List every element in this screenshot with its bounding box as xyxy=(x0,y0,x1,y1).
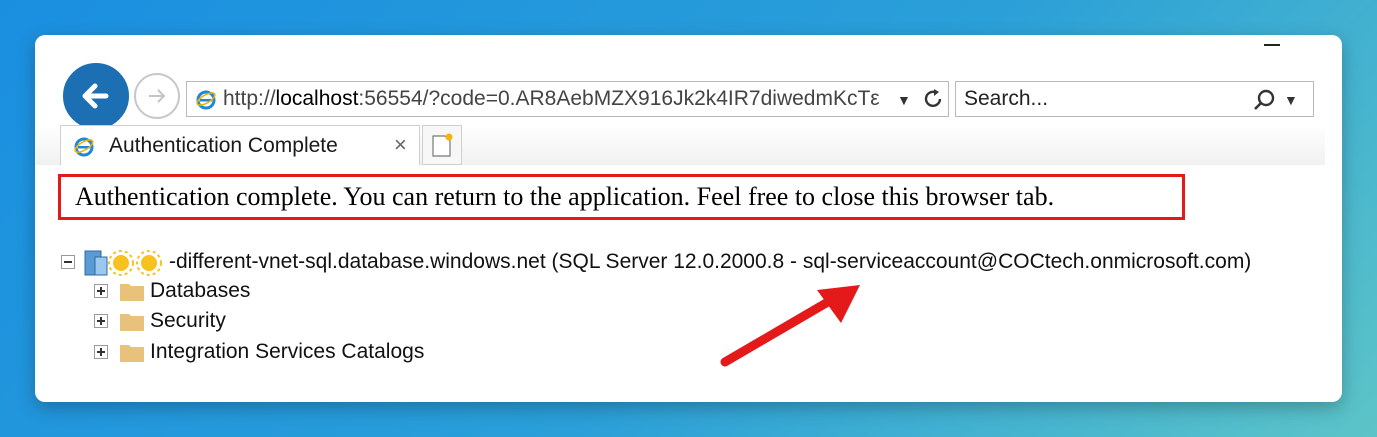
back-arrow-icon xyxy=(82,83,109,109)
browser-window: http://localhost:56554/?code=0.AR8AebMZX… xyxy=(35,35,1342,402)
search-placeholder: Search... xyxy=(964,87,1049,110)
forward-arrow-icon xyxy=(149,89,166,103)
ie-icon xyxy=(74,137,94,156)
new-tab-button[interactable] xyxy=(422,125,462,165)
url-rest: :56554/?code=0.AR8AebMZX916Jk2k4IR7diwed… xyxy=(358,87,880,110)
address-bar[interactable]: http://localhost:56554/?code=0.AR8AebMZX… xyxy=(186,81,949,117)
tree-item-label: Integration Services Catalogs xyxy=(150,340,425,363)
server-label: -different-vnet-sql.database.windows.net… xyxy=(169,250,1252,273)
tree-item-integration-services[interactable]: Integration Services Catalogs xyxy=(94,340,424,364)
tree-server-node[interactable]: -different-vnet-sql.database.windows.net… xyxy=(61,247,1251,277)
dropdown-icon[interactable]: ▼ xyxy=(897,92,911,108)
url-prefix: http:// xyxy=(223,87,276,110)
new-tab-icon xyxy=(432,133,453,157)
ie-icon xyxy=(196,90,216,110)
tab-title: Authentication Complete xyxy=(109,133,338,157)
tab-strip: Authentication Complete × xyxy=(35,125,1325,165)
collapse-icon[interactable] xyxy=(61,255,75,269)
search-dropdown-icon[interactable]: ▼ xyxy=(1284,92,1298,108)
folder-icon xyxy=(120,284,144,301)
search-input[interactable]: Search... ▼ xyxy=(955,81,1314,117)
tree-item-security[interactable]: Security xyxy=(94,309,226,333)
refresh-icon[interactable] xyxy=(920,86,946,112)
folder-icon xyxy=(120,345,144,362)
back-button[interactable] xyxy=(63,63,129,129)
expand-icon[interactable] xyxy=(94,345,108,359)
tree-item-databases[interactable]: Databases xyxy=(94,279,250,303)
tree-item-label: Databases xyxy=(150,279,251,302)
forward-button[interactable] xyxy=(134,73,180,119)
auth-complete-message: Authentication complete. You can return … xyxy=(58,174,1185,220)
folder-icon xyxy=(120,314,144,331)
expand-icon[interactable] xyxy=(94,314,108,328)
url-text: http://localhost:56554/?code=0.AR8AebMZX… xyxy=(223,87,893,111)
tab-close-button[interactable]: × xyxy=(394,132,407,158)
tree-item-label: Security xyxy=(150,309,226,332)
tab-authentication-complete[interactable]: Authentication Complete × xyxy=(60,125,420,165)
server-icon xyxy=(84,250,162,276)
annotation-arrow xyxy=(717,282,865,370)
minimize-button[interactable] xyxy=(1264,44,1280,46)
search-icon[interactable] xyxy=(1252,88,1276,112)
expand-icon[interactable] xyxy=(94,284,108,298)
url-host: localhost xyxy=(275,87,359,110)
